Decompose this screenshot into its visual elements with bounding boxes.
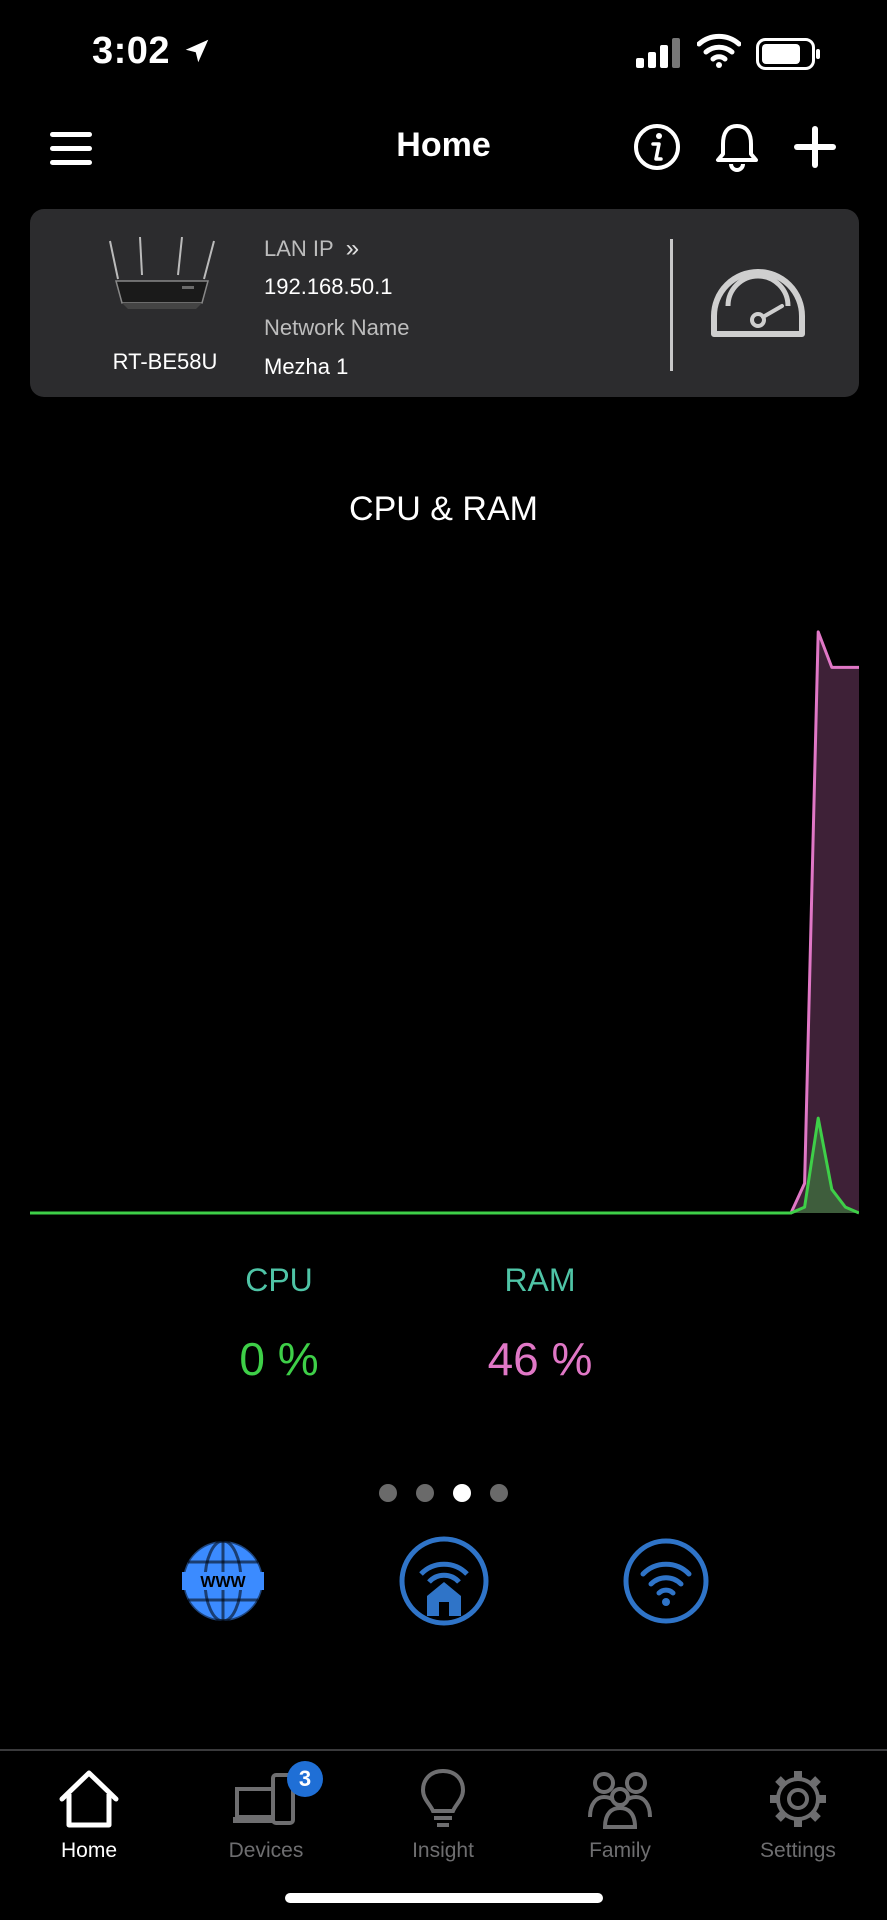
tab-devices-label: Devices: [228, 1839, 304, 1862]
tab-home[interactable]: Home: [24, 1761, 154, 1871]
cellular-signal-icon: [636, 38, 680, 68]
router-card[interactable]: RT-BE58U LAN IP » 192.168.50.1 Network Na…: [30, 209, 859, 397]
tab-insight[interactable]: Insight: [378, 1761, 508, 1871]
page-dot[interactable]: [490, 1484, 508, 1502]
page-dot[interactable]: [416, 1484, 434, 1502]
nav-bar: Home: [0, 110, 887, 190]
tab-family-label: Family: [589, 1839, 651, 1862]
gear-icon: [770, 1771, 826, 1827]
location-arrow-icon: [185, 39, 209, 63]
status-bar: 3:02: [0, 0, 887, 110]
cpu-line: [30, 1116, 859, 1215]
wifi-icon[interactable]: [621, 1536, 711, 1626]
cpu-area: [30, 1118, 859, 1213]
tab-family[interactable]: Family: [555, 1761, 685, 1871]
page-dot[interactable]: [453, 1484, 471, 1502]
speedometer-icon[interactable]: [706, 264, 810, 344]
home-indicator: [285, 1893, 603, 1903]
tab-settings-label: Settings: [760, 1839, 836, 1862]
tab-insight-label: Insight: [412, 1839, 474, 1862]
lan-ip-label: LAN IP: [264, 236, 334, 261]
network-name-value: Mezha 1: [264, 354, 349, 379]
chart-title: CPU & RAM: [349, 490, 538, 528]
tab-devices[interactable]: 3 Devices: [201, 1761, 331, 1871]
ram-line: [30, 630, 859, 1215]
bell-icon[interactable]: [712, 120, 762, 174]
network-name-label: Network Name: [264, 315, 410, 340]
double-chevron-right-icon: »: [345, 235, 360, 262]
card-divider: [670, 239, 673, 371]
lan-ip-value: 192.168.50.1: [264, 274, 393, 299]
wifi-status-icon: [697, 33, 741, 68]
router-image-icon: [109, 237, 215, 309]
add-icon[interactable]: [790, 122, 840, 172]
lan-ip-link[interactable]: LAN IP »: [264, 235, 359, 263]
battery-icon: [756, 38, 820, 70]
family-icon: [588, 1772, 652, 1829]
lightbulb-icon: [420, 1768, 466, 1827]
svg-text:WWW: WWW: [200, 1574, 246, 1591]
ram-value: 46 %: [487, 1333, 593, 1385]
devices-badge: 3: [287, 1761, 323, 1797]
www-globe-icon[interactable]: WWW: [178, 1536, 268, 1626]
tab-home-label: Home: [60, 1839, 118, 1862]
home-wifi-icon[interactable]: [399, 1536, 489, 1626]
tab-settings[interactable]: Settings: [733, 1761, 863, 1871]
status-time: 3:02: [92, 30, 171, 72]
cpu-label: CPU: [245, 1262, 313, 1298]
router-model-name: RT-BE58U: [112, 349, 218, 374]
cpu-ram-chart: [30, 630, 859, 1215]
ram-area: [30, 631, 859, 1213]
ram-label: RAM: [504, 1262, 576, 1298]
home-icon: [59, 1770, 119, 1828]
page-dot[interactable]: [379, 1484, 397, 1502]
page-indicator: [0, 1484, 887, 1502]
cpu-value: 0 %: [239, 1333, 319, 1385]
info-icon[interactable]: [632, 122, 682, 172]
